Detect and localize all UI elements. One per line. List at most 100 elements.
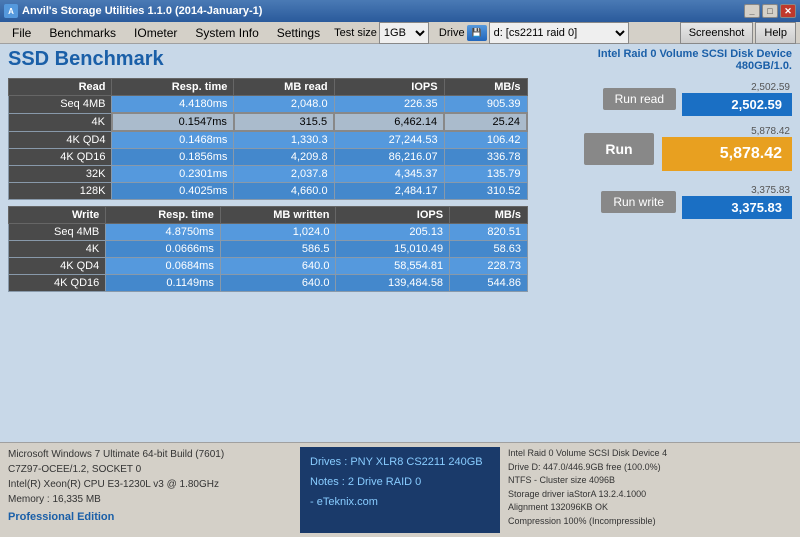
right-panel: Run read 2,502.59 2,502.59 Run 5,878.42 … [534, 78, 792, 438]
iops-col-header: IOPS [334, 79, 444, 96]
write-cell-1-2: 586.5 [220, 241, 336, 258]
write-row-2: 4K QD40.0684ms640.058,554.81228.73 [9, 258, 528, 275]
run-write-block: Run write 3,375.83 3,375.83 [534, 185, 792, 219]
write-cell-3-3: 139,484.58 [336, 275, 450, 292]
write-cell-0-4: 820.51 [450, 224, 528, 241]
write-table: Write Resp. time MB written IOPS MB/s Se… [8, 206, 528, 292]
write-cell-3-2: 640.0 [220, 275, 336, 292]
read-cell-3-2: 4,209.8 [234, 149, 334, 166]
menu-settings[interactable]: Settings [269, 24, 328, 42]
read-row-2: 4K QD40.1468ms1,330.327,244.53106.42 [9, 131, 528, 149]
write-resptime-header: Resp. time [106, 207, 221, 224]
close-button[interactable]: ✕ [780, 4, 796, 18]
write-cell-2-2: 640.0 [220, 258, 336, 275]
write-cell-1-3: 15,010.49 [336, 241, 450, 258]
info-line1: Intel Raid 0 Volume SCSI Disk Device 4 [508, 447, 792, 461]
write-cell-2-0: 4K QD4 [9, 258, 106, 275]
write-cell-0-1: 4.8750ms [106, 224, 221, 241]
read-cell-0-2: 2,048.0 [234, 96, 334, 114]
run-write-button[interactable]: Run write [601, 191, 676, 213]
run-read-block: Run read 2,502.59 2,502.59 [534, 82, 792, 116]
read-cell-4-2: 2,037.8 [234, 166, 334, 183]
benchmark-header: SSD Benchmark Intel Raid 0 Volume SCSI D… [0, 44, 800, 74]
read-cell-0-3: 226.35 [334, 96, 444, 114]
status-os: Microsoft Windows 7 Ultimate 64-bit Buil… [8, 447, 292, 462]
drive-select[interactable]: d: [cs2211 raid 0] [489, 22, 629, 44]
write-col-header: Write [9, 207, 106, 224]
read-cell-3-0: 4K QD16 [9, 149, 112, 166]
info-line6: Alignment 132096KB OK [508, 501, 792, 515]
status-middle: Drives : PNY XLR8 CS2211 240GB Notes : 2… [300, 447, 500, 533]
status-cpu1: C7Z97-OCEE/1.2, SOCKET 0 [8, 462, 292, 477]
write-cell-2-1: 0.0684ms [106, 258, 221, 275]
read-cell-1-0: 4K [9, 113, 112, 131]
drive-label: Drive [439, 27, 465, 39]
write-cell-1-4: 58.63 [450, 241, 528, 258]
read-cell-1-3: 6,462.14 [334, 113, 444, 131]
resptime-col-header: Resp. time [112, 79, 234, 96]
info-line3: NTFS - Cluster size 4096B [508, 474, 792, 488]
write-cell-3-0: 4K QD16 [9, 275, 106, 292]
read-row-0: Seq 4MB4.4180ms2,048.0226.35905.39 [9, 96, 528, 114]
total-score-label: 5,878.42 [751, 126, 792, 137]
read-cell-0-1: 4.4180ms [112, 96, 234, 114]
read-cell-4-1: 0.2301ms [112, 166, 234, 183]
total-score-value: 5,878.42 [662, 137, 792, 171]
minimize-button[interactable]: _ [744, 4, 760, 18]
testsize-select[interactable]: 1GB [379, 22, 429, 44]
write-cell-3-1: 0.1149ms [106, 275, 221, 292]
testsize-label: Test size [334, 27, 377, 39]
menu-bar: File Benchmarks IOmeter System Info Sett… [0, 22, 800, 44]
read-table: Read Resp. time MB read IOPS MB/s Seq 4M… [8, 78, 528, 200]
write-cell-2-3: 58,554.81 [336, 258, 450, 275]
read-row-5: 128K0.4025ms4,660.02,484.17310.52 [9, 183, 528, 200]
read-cell-2-1: 0.1468ms [112, 131, 234, 149]
title-bar: A Anvil's Storage Utilities 1.1.0 (2014-… [0, 0, 800, 22]
write-row-1: 4K0.0666ms586.515,010.4958.63 [9, 241, 528, 258]
menu-systeminfo[interactable]: System Info [187, 24, 266, 42]
read-cell-0-4: 905.39 [444, 96, 527, 114]
main-content: Read Resp. time MB read IOPS MB/s Seq 4M… [0, 74, 800, 442]
read-cell-2-4: 106.42 [444, 131, 527, 149]
read-row-1: 4K0.1547ms315.56,462.1425.24 [9, 113, 528, 131]
read-cell-2-3: 27,244.53 [334, 131, 444, 149]
write-cell-1-0: 4K [9, 241, 106, 258]
write-cell-3-4: 544.86 [450, 275, 528, 292]
read-cell-1-4: 25.24 [444, 113, 527, 131]
write-score-label: 3,375.83 [751, 185, 792, 196]
write-mbwritten-header: MB written [220, 207, 336, 224]
write-score-value: 3,375.83 [682, 196, 792, 219]
read-cell-1-1: 0.1547ms [112, 113, 234, 131]
read-row-3: 4K QD160.1856ms4,209.886,216.07336.78 [9, 149, 528, 166]
write-cell-2-4: 228.73 [450, 258, 528, 275]
mbread-col-header: MB read [234, 79, 334, 96]
read-row-4: 32K0.2301ms2,037.84,345.37135.79 [9, 166, 528, 183]
device-line2: 480GB/1.0. [598, 60, 792, 72]
read-cell-4-0: 32K [9, 166, 112, 183]
run-button[interactable]: Run [584, 133, 654, 165]
write-row-3: 4K QD160.1149ms640.0139,484.58544.86 [9, 275, 528, 292]
drives-line2: Notes : 2 Drive RAID 0 [310, 473, 490, 493]
read-cell-3-3: 86,216.07 [334, 149, 444, 166]
write-cell-0-3: 205.13 [336, 224, 450, 241]
read-cell-4-3: 4,345.37 [334, 166, 444, 183]
run-read-button[interactable]: Run read [603, 88, 676, 110]
status-memory: Memory : 16,335 MB [8, 492, 292, 507]
write-cell-0-2: 1,024.0 [220, 224, 336, 241]
menu-benchmarks[interactable]: Benchmarks [41, 24, 124, 42]
status-left: Microsoft Windows 7 Ultimate 64-bit Buil… [8, 447, 292, 533]
status-right: Intel Raid 0 Volume SCSI Disk Device 4 D… [508, 447, 792, 533]
read-cell-3-4: 336.78 [444, 149, 527, 166]
drive-icon: 💾 [467, 25, 487, 41]
app-icon: A [4, 4, 18, 18]
read-cell-5-3: 2,484.17 [334, 183, 444, 200]
write-mbs-header: MB/s [450, 207, 528, 224]
help-button[interactable]: Help [755, 22, 796, 44]
menu-file[interactable]: File [4, 24, 39, 42]
read-cell-5-1: 0.4025ms [112, 183, 234, 200]
menu-iometer[interactable]: IOmeter [126, 24, 185, 42]
drives-line1: Drives : PNY XLR8 CS2211 240GB [310, 453, 490, 473]
maximize-button[interactable]: □ [762, 4, 778, 18]
screenshot-button[interactable]: Screenshot [680, 22, 754, 44]
run-main-block: Run 5,878.42 5,878.42 [534, 126, 792, 171]
